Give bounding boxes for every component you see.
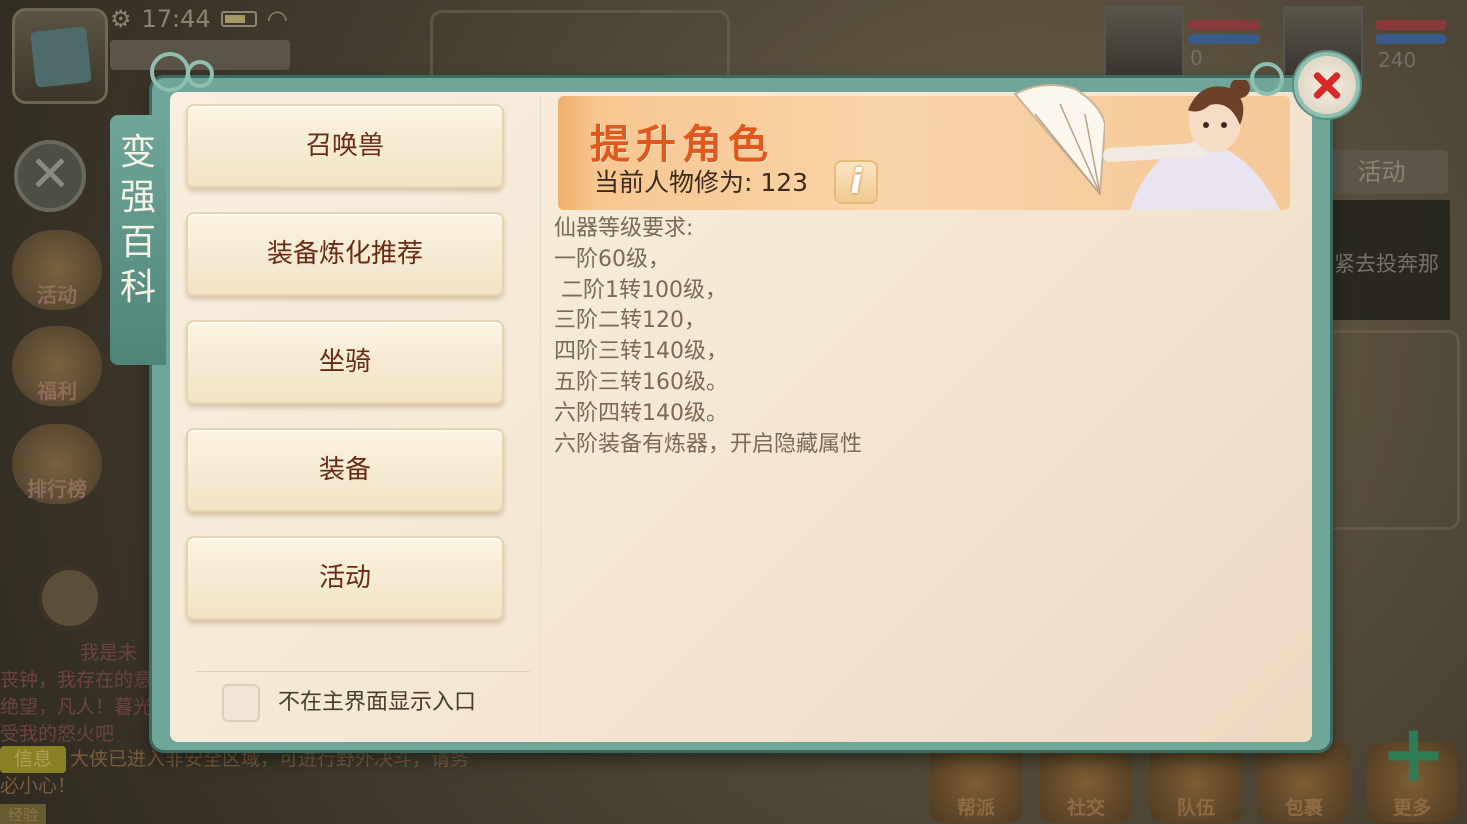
party-portrait[interactable] xyxy=(1104,6,1184,78)
content-line: 六阶装备有炼器，开启隐藏属性 xyxy=(554,431,863,457)
mp-bar xyxy=(1188,34,1260,44)
chat-line: 我是未 xyxy=(80,642,138,664)
battery-icon xyxy=(220,11,257,27)
divider xyxy=(196,671,530,672)
chat-line: 绝望，凡人！暮光 xyxy=(0,696,153,718)
menu-summon-beast-button[interactable]: 召唤兽 xyxy=(186,104,504,188)
social-button[interactable]: 社交 xyxy=(1040,742,1132,822)
content-line: 一阶60级， xyxy=(554,246,670,272)
cultivation-value: 当前人物修为: 123 xyxy=(594,168,809,197)
content-line: 四阶三转140级， xyxy=(554,339,728,365)
menu-equipment-button[interactable]: 装备 xyxy=(186,428,504,512)
guild-button[interactable]: 帮派 xyxy=(930,742,1022,822)
hp-bar xyxy=(1188,20,1260,30)
social-label: 社交 xyxy=(1066,797,1105,819)
chat-toggle-icon[interactable] xyxy=(38,566,102,630)
bag-label: 包裹 xyxy=(1284,797,1323,819)
content-line: 三阶二转120， xyxy=(554,308,706,334)
welfare-label: 福利 xyxy=(37,379,77,403)
chat-line: 受我的怒火吧 xyxy=(0,723,115,745)
clock-time: 17:44 xyxy=(141,5,211,33)
swirl-ornament-icon xyxy=(186,60,214,88)
menu-equipment-refine-button[interactable]: 装备炼化推荐 xyxy=(186,212,504,296)
status-bar: ⚙ 17:44 ◠ xyxy=(110,4,288,34)
close-icon[interactable]: ✕ xyxy=(14,140,86,212)
map-button[interactable] xyxy=(12,8,108,104)
chat-line: 丧钟，我存在的意 xyxy=(0,669,153,691)
gear-icon: ⚙ xyxy=(110,5,132,33)
content-line: 五阶三转160级。 xyxy=(554,369,728,395)
ranking-label: 排行榜 xyxy=(27,477,87,501)
hero-character-icon xyxy=(1103,80,1280,210)
quest-text: 赶紧去投奔那 xyxy=(1313,252,1439,276)
tab-activity[interactable]: 活动 xyxy=(1315,150,1448,194)
info-icon[interactable]: i xyxy=(834,160,878,204)
hp-bar xyxy=(1375,20,1447,30)
team-button[interactable]: 队伍 xyxy=(1150,742,1242,822)
side-tab-title: 变强百科 xyxy=(119,132,156,308)
hide-entry-checkbox[interactable] xyxy=(222,684,260,722)
close-button[interactable] xyxy=(1294,52,1360,118)
swirl-ornament-icon xyxy=(150,52,190,92)
portrait-value: 0 xyxy=(1190,46,1203,70)
hide-entry-label: 不在主界面显示入口 xyxy=(278,690,477,715)
activity-button[interactable]: 活动 xyxy=(12,230,102,310)
divider xyxy=(540,96,541,736)
category-menu: 召唤兽 装备炼化推荐 坐骑 装备 活动 xyxy=(186,104,504,644)
content-line: 二阶1转100级， xyxy=(554,277,727,303)
mp-bar xyxy=(1375,34,1447,44)
ranking-button[interactable]: 排行榜 xyxy=(12,424,102,504)
bag-button[interactable]: 包裹 xyxy=(1258,742,1350,822)
exp-label: 经验 xyxy=(0,804,47,824)
content-line: 六阶四转140级。 xyxy=(554,400,728,426)
banner-title: 提升角色 xyxy=(590,121,774,168)
menu-activity-button[interactable]: 活动 xyxy=(186,536,504,620)
portrait-value: 240 xyxy=(1378,48,1417,72)
guild-label: 帮派 xyxy=(956,797,995,819)
plus-icon[interactable]: + xyxy=(1380,714,1447,794)
system-message: 信息 大侠已进入非安全区域，可进行野外决斗，请务必小心！ xyxy=(0,746,485,802)
content-line: 仙器等级要求: xyxy=(554,216,694,241)
chat-log: 我是未 丧钟，我存在的意 绝望，凡人！暮光 受我的怒火吧 xyxy=(0,640,160,748)
activity-label: 活动 xyxy=(37,283,77,307)
system-text: 大侠已进入非安全区域，可进行野外决斗，请务必小心！ xyxy=(0,748,470,797)
guide-content: 仙器等级要求: 一阶60级， 二阶1转100级， 三阶二转120， 四阶三转14… xyxy=(554,214,1254,460)
menu-mount-button[interactable]: 坐骑 xyxy=(186,320,504,404)
welfare-button[interactable]: 福利 xyxy=(12,326,102,406)
wifi-icon: ◠ xyxy=(266,5,288,33)
team-label: 队伍 xyxy=(1176,797,1215,819)
system-tag: 信息 xyxy=(0,746,67,773)
